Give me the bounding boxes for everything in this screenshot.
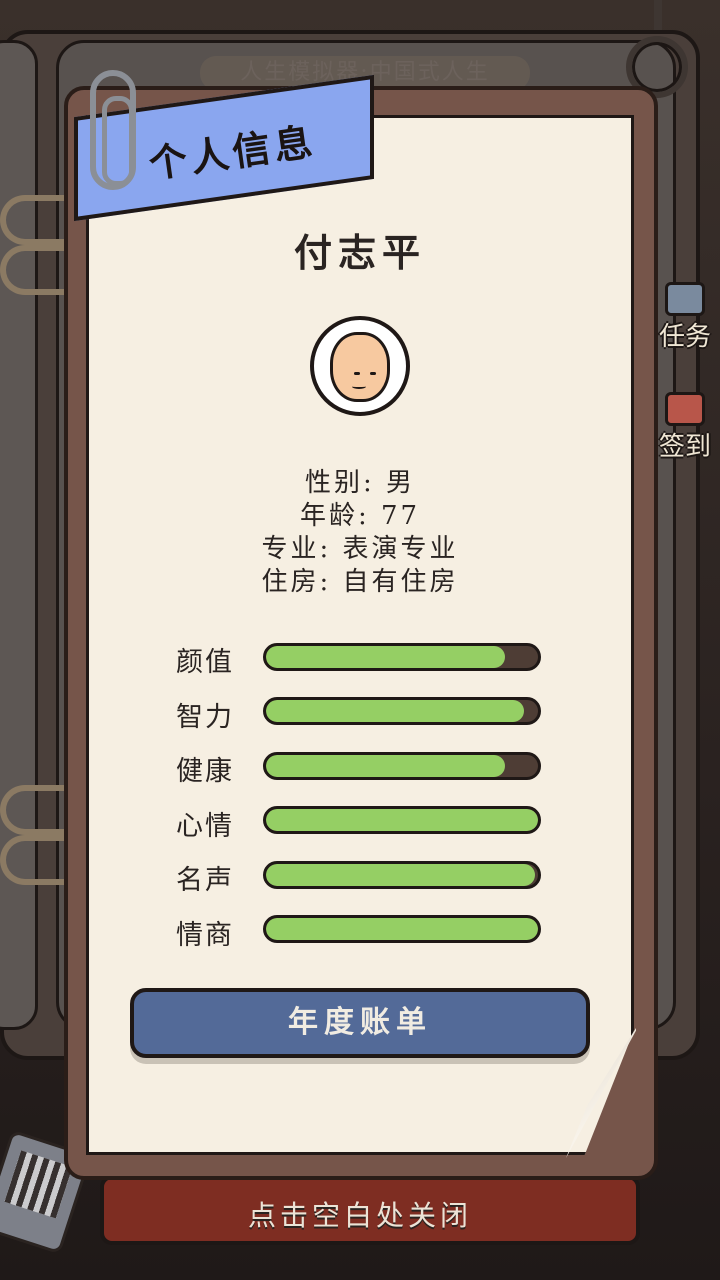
- stat-fill: [266, 864, 536, 886]
- binder-ring-icon: [0, 785, 70, 835]
- stat-label-mood: 心情: [176, 811, 234, 842]
- stat-label-looks: 颜值: [176, 647, 234, 678]
- stat-bar-intelligence: [263, 697, 541, 725]
- close-hint[interactable]: 点击空白处关闭: [0, 1194, 720, 1234]
- stat-bar-fame: [263, 861, 541, 889]
- stat-bar-health: [263, 752, 541, 780]
- pencil-icon: [665, 392, 705, 426]
- old-man-avatar-icon: [330, 332, 390, 402]
- info-major: 专业: 表演专业: [261, 534, 459, 564]
- stat-label-fame: 名声: [176, 865, 234, 896]
- stat-label-health: 健康: [176, 756, 234, 787]
- info-age: 年龄: 77: [299, 501, 421, 531]
- stat-label-eq: 情商: [176, 920, 234, 951]
- stat-fill: [266, 700, 525, 722]
- binder-ring-icon: [0, 835, 70, 885]
- clipboard-icon: [665, 282, 705, 316]
- checkin-button[interactable]: 签到: [650, 392, 720, 462]
- stat-bar-eq: [263, 915, 541, 943]
- stat-fill: [266, 646, 506, 668]
- stat-fill: [266, 809, 538, 831]
- annual-bill-button[interactable]: 年度账单: [130, 988, 590, 1058]
- character-name: 付志平: [293, 230, 426, 275]
- stat-bar-looks: [263, 643, 541, 671]
- info-housing: 住房: 自有住房: [261, 567, 459, 597]
- task-label: 任务: [658, 322, 711, 352]
- stat-label-intelligence: 智力: [176, 702, 234, 733]
- info-gender: 性别: 男: [304, 468, 416, 498]
- task-button[interactable]: 任务: [650, 282, 720, 352]
- checkin-label: 签到: [658, 432, 711, 462]
- avatar: [310, 316, 410, 416]
- stat-fill: [266, 918, 538, 940]
- paperclip-icon: [90, 70, 136, 190]
- stat-bar-mood: [263, 806, 541, 834]
- stat-fill: [266, 755, 506, 777]
